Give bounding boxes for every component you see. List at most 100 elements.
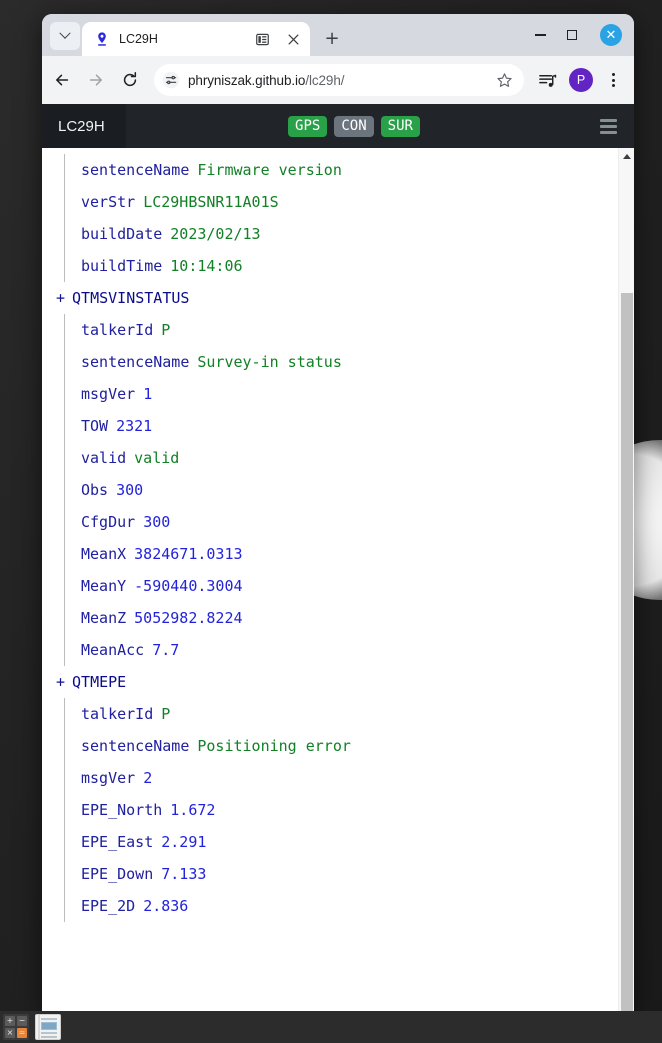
app-navbar: LC29H GPS CON SUR (42, 104, 634, 148)
tune-sliders-icon[interactable] (162, 71, 180, 89)
tree-children: talkerId P sentenceName Positioning error … (64, 698, 618, 922)
tree-row: MeanY -590440.3004 (65, 570, 618, 602)
tree-row: talkerId P (65, 698, 618, 730)
tree-value: 2.291 (161, 833, 207, 851)
tree-key: MeanX (81, 545, 127, 563)
doc-thumbnail (41, 1022, 57, 1030)
tree-value: P (161, 321, 171, 339)
tree-row: MeanZ 5052982.8224 (65, 602, 618, 634)
tree-value: Survey-in status (197, 353, 342, 371)
tree-row: sentenceName Survey-in status (65, 346, 618, 378)
tree-key: MeanAcc (81, 641, 145, 659)
taskbar: + − × = (0, 1011, 662, 1043)
tree-value: 5052982.8224 (134, 609, 243, 627)
tree-row: sentenceName Positioning error (65, 730, 618, 762)
tree-row: Obs 300 (65, 474, 618, 506)
tree-row: buildDate 2023/02/13 (65, 218, 618, 250)
tree-value: Firmware version (197, 161, 342, 179)
expand-toggle-icon: + (56, 673, 66, 691)
tree-scroll-region[interactable]: sentenceName Firmware version verStr LC29H… (42, 148, 618, 1014)
close-icon: ✕ (600, 24, 622, 46)
tree-value: valid (134, 449, 180, 467)
status-badge-con[interactable]: CON (334, 115, 374, 137)
tab-split-icon[interactable] (251, 28, 273, 50)
tree-value: 2023/02/13 (170, 225, 261, 243)
chevron-down-icon (59, 27, 71, 39)
reload-button[interactable] (114, 64, 146, 96)
tree-group-qtmepe: + QTMEPE talkerId P sentenceName Positioni… (42, 666, 618, 922)
tree-key: msgVer (81, 385, 136, 403)
calc-key-multiply: × (5, 1028, 15, 1038)
tree-key: CfgDur (81, 513, 136, 531)
tree-row: MeanAcc 7.7 (65, 634, 618, 666)
page-scrollbar[interactable] (618, 148, 634, 1014)
tree-key: sentenceName (81, 161, 190, 179)
tree-key: msgVer (81, 769, 136, 787)
window-minimize-button[interactable] (524, 14, 556, 56)
tree-row: sentenceName Firmware version (65, 154, 618, 186)
triangle-up-icon (622, 154, 631, 159)
doc-line (41, 1036, 57, 1038)
calc-key-equals: = (17, 1028, 27, 1038)
tree-value: 2321 (116, 417, 153, 435)
doc-line (41, 1018, 57, 1020)
forward-button[interactable] (80, 64, 112, 96)
browser-menu-button[interactable] (600, 65, 626, 95)
calculator-icon[interactable]: + − × = (3, 1014, 29, 1040)
tree-value: 300 (116, 481, 144, 499)
reload-icon (123, 71, 137, 87)
hamburger-icon[interactable] (582, 104, 634, 148)
tree-children: talkerId P sentenceName Survey-in status m… (64, 314, 618, 666)
window-maximize-button[interactable] (556, 14, 588, 56)
tree-row: EPE_Down 7.133 (65, 858, 618, 890)
scroll-up-button[interactable] (619, 148, 634, 165)
status-badge-gps[interactable]: GPS (288, 115, 328, 137)
tree-key: talkerId (81, 321, 154, 339)
browser-tab[interactable]: LC29H (82, 22, 310, 56)
tree-row: buildTime 10:14:06 (65, 250, 618, 282)
status-badge-sur[interactable]: SUR (380, 115, 420, 137)
reading-list-icon[interactable] (532, 65, 562, 95)
url-host: phryniszak.github.io (188, 72, 306, 88)
scrollbar-thumb[interactable] (621, 293, 633, 1014)
tree-row: EPE_East 2.291 (65, 826, 618, 858)
tab-search-button[interactable] (50, 22, 80, 50)
expand-toggle-icon: + (56, 289, 66, 307)
window-close-button[interactable]: ✕ (588, 14, 634, 56)
tab-close-icon[interactable] (282, 28, 304, 50)
tree-row: EPE_North 1.672 (65, 794, 618, 826)
tree-row: MeanX 3824671.0313 (65, 538, 618, 570)
page-viewport: LC29H GPS CON SUR sentenceName Firmware … (42, 104, 634, 1014)
tree-row: verStr LC29HBSNR11A01S (65, 186, 618, 218)
tree-key: EPE_2D (81, 897, 136, 915)
back-button[interactable] (46, 64, 78, 96)
tree-group-name: QTMEPE (72, 673, 127, 691)
tree-value: 7.7 (152, 641, 180, 659)
tree-group-toggle[interactable]: + QTMSVINSTATUS (42, 282, 618, 314)
calc-key-plus: + (5, 1016, 15, 1026)
tree-key: Obs (81, 481, 109, 499)
back-arrow-icon (56, 74, 69, 86)
tree-row: TOW 2321 (65, 410, 618, 442)
address-bar[interactable]: phryniszak.github.io/lc29h/ (154, 64, 524, 96)
tree-group-qtmsvinstatus: + QTMSVINSTATUS talkerId P sentenceName Su… (42, 282, 618, 666)
doc-line (41, 1032, 57, 1034)
tree-row: msgVer 2 (65, 762, 618, 794)
desktop: LC29H + ✕ phryniszak.github.io/lc29h/ P … (0, 0, 662, 1043)
nmea-message-tree: sentenceName Firmware version verStr LC29H… (42, 148, 618, 922)
tree-key: buildDate (81, 225, 163, 243)
tree-group-toggle[interactable]: + QTMEPE (42, 666, 618, 698)
new-tab-button[interactable]: + (318, 24, 346, 52)
url-path: /lc29h/ (305, 72, 345, 88)
document-window-icon[interactable] (35, 1014, 61, 1040)
tree-value: 7.133 (161, 865, 207, 883)
app-brand[interactable]: LC29H (42, 104, 126, 148)
window-controls: ✕ (524, 14, 634, 56)
bookmark-star-icon[interactable] (490, 66, 518, 94)
profile-avatar[interactable]: P (569, 68, 593, 92)
tree-value: 10:14:06 (170, 257, 243, 275)
tree-key: MeanZ (81, 609, 127, 627)
tree-key: EPE_Down (81, 865, 154, 883)
tree-key: valid (81, 449, 127, 467)
app-status-badges: GPS CON SUR (126, 104, 582, 148)
